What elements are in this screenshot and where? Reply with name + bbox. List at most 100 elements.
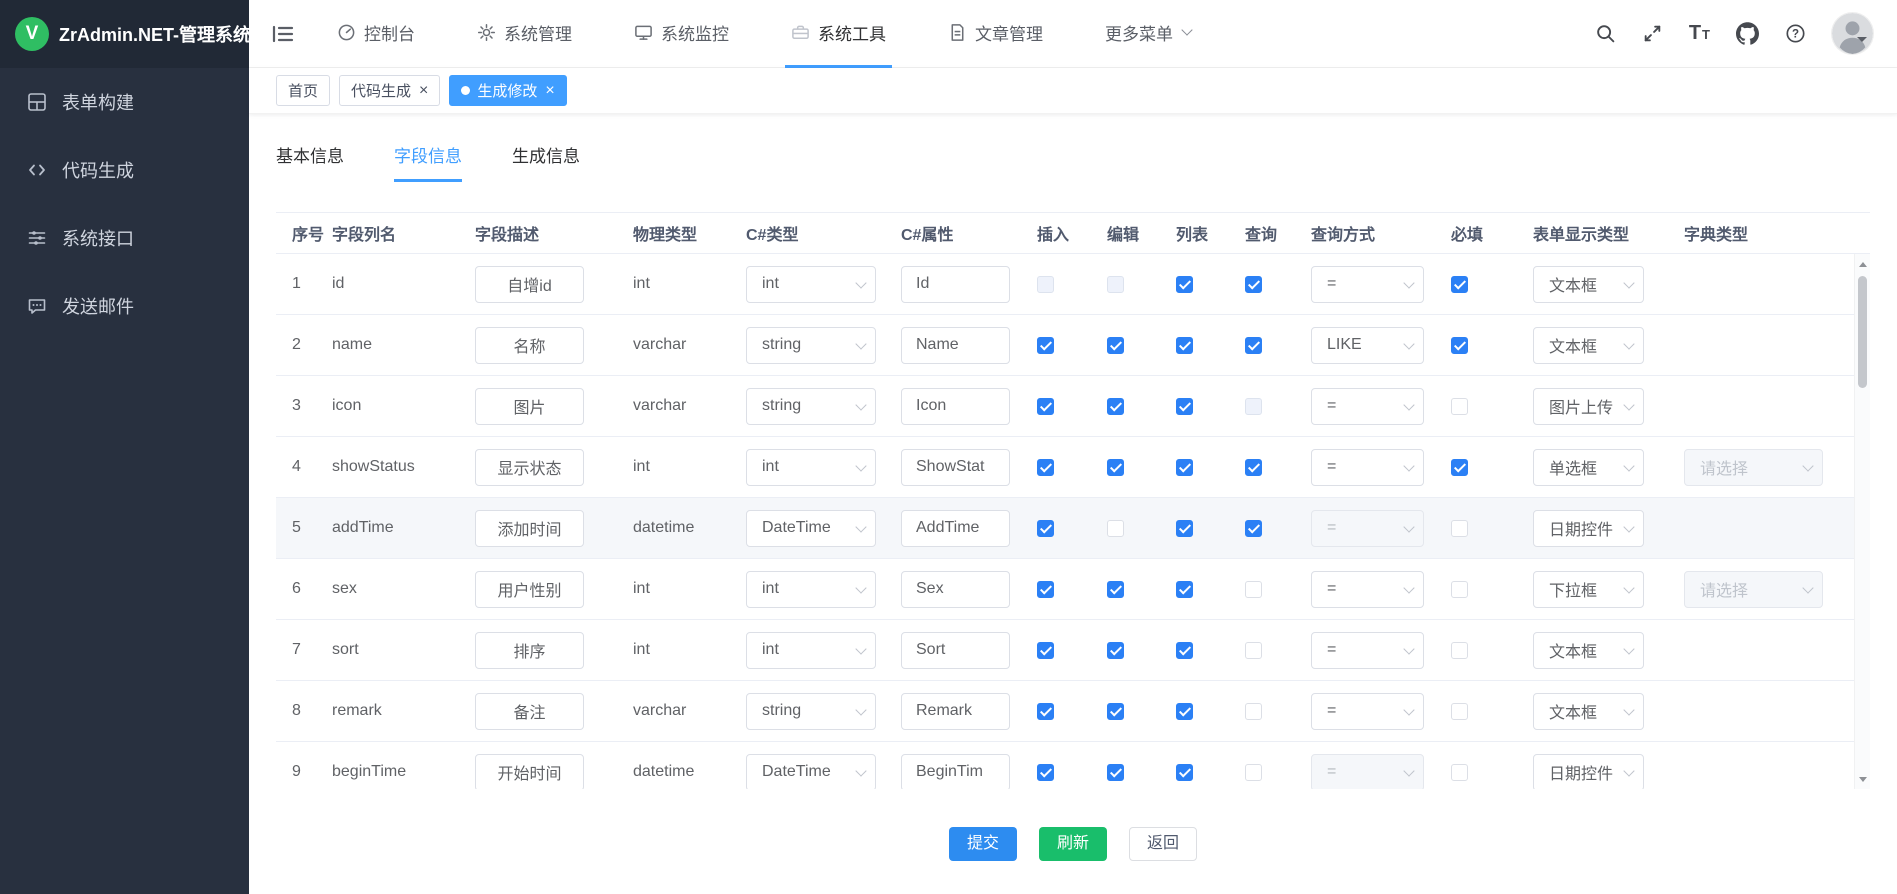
edit-checkbox[interactable] (1107, 581, 1124, 598)
query-checkbox[interactable] (1245, 459, 1262, 476)
nav-item-system-manage[interactable]: 系统管理 (471, 0, 578, 68)
dict-type-select[interactable]: 请选择 (1684, 449, 1823, 486)
query-type-select[interactable]: = (1311, 571, 1424, 608)
csharp-type-select[interactable]: string (746, 693, 876, 730)
scroll-up-icon[interactable] (1855, 256, 1870, 272)
edit-checkbox[interactable] (1107, 459, 1124, 476)
column-desc-input[interactable] (475, 693, 584, 730)
tag-gen-edit[interactable]: 生成修改× (449, 75, 566, 106)
required-checkbox[interactable] (1451, 703, 1468, 720)
insert-checkbox[interactable] (1037, 337, 1054, 354)
column-desc-input[interactable] (475, 388, 584, 425)
nav-item-system-tools[interactable]: 系统工具 (785, 0, 892, 68)
sidebar-item-code-gen[interactable]: 代码生成 (0, 136, 249, 204)
csharp-property-input[interactable] (901, 632, 1010, 669)
display-type-select[interactable]: 图片上传 (1533, 388, 1644, 425)
required-checkbox[interactable] (1451, 520, 1468, 537)
required-checkbox[interactable] (1451, 642, 1468, 659)
display-type-select[interactable]: 单选框 (1533, 449, 1644, 486)
refresh-button[interactable]: 刷新 (1039, 827, 1107, 861)
column-desc-input[interactable] (475, 327, 584, 364)
query-checkbox[interactable] (1245, 764, 1262, 781)
display-type-select[interactable]: 日期控件 (1533, 754, 1644, 790)
user-avatar[interactable] (1832, 13, 1873, 54)
display-type-select[interactable]: 文本框 (1533, 327, 1644, 364)
query-type-select[interactable]: = (1311, 632, 1424, 669)
csharp-type-select[interactable]: DateTime (746, 754, 876, 790)
query-type-select[interactable]: = (1311, 693, 1424, 730)
required-checkbox[interactable] (1451, 276, 1468, 293)
insert-checkbox[interactable] (1037, 642, 1054, 659)
tag-code-gen[interactable]: 代码生成× (339, 75, 440, 106)
tag-close-icon[interactable]: × (545, 83, 554, 99)
search-icon[interactable] (1595, 23, 1616, 44)
display-type-select[interactable]: 日期控件 (1533, 510, 1644, 547)
required-checkbox[interactable] (1451, 581, 1468, 598)
tab-basic-info[interactable]: 基本信息 (276, 142, 344, 182)
column-desc-input[interactable] (475, 754, 584, 790)
fullscreen-icon[interactable] (1642, 23, 1663, 44)
insert-checkbox[interactable] (1037, 459, 1054, 476)
list-checkbox[interactable] (1176, 764, 1193, 781)
edit-checkbox[interactable] (1107, 642, 1124, 659)
display-type-select[interactable]: 文本框 (1533, 693, 1644, 730)
edit-checkbox[interactable] (1107, 398, 1124, 415)
font-size-icon[interactable]: TT (1689, 23, 1710, 44)
table-scrollbar[interactable] (1854, 254, 1870, 789)
user-menu-caret-icon[interactable] (1857, 37, 1867, 47)
csharp-property-input[interactable] (901, 510, 1010, 547)
column-desc-input[interactable] (475, 449, 584, 486)
csharp-type-select[interactable]: string (746, 388, 876, 425)
display-type-select[interactable]: 文本框 (1533, 266, 1644, 303)
edit-checkbox[interactable] (1107, 337, 1124, 354)
query-checkbox[interactable] (1245, 276, 1262, 293)
nav-item-console[interactable]: 控制台 (331, 0, 421, 68)
tag-home[interactable]: 首页 (276, 75, 330, 106)
csharp-property-input[interactable] (901, 388, 1010, 425)
insert-checkbox[interactable] (1037, 398, 1054, 415)
list-checkbox[interactable] (1176, 398, 1193, 415)
list-checkbox[interactable] (1176, 703, 1193, 720)
required-checkbox[interactable] (1451, 337, 1468, 354)
list-checkbox[interactable] (1176, 642, 1193, 659)
csharp-type-select[interactable]: int (746, 571, 876, 608)
csharp-type-select[interactable]: string (746, 327, 876, 364)
back-button[interactable]: 返回 (1129, 827, 1197, 861)
edit-checkbox[interactable] (1107, 703, 1124, 720)
scroll-down-icon[interactable] (1855, 771, 1870, 787)
list-checkbox[interactable] (1176, 520, 1193, 537)
query-type-select[interactable]: LIKE (1311, 327, 1424, 364)
csharp-property-input[interactable] (901, 266, 1010, 303)
csharp-property-input[interactable] (901, 693, 1010, 730)
tab-field-info[interactable]: 字段信息 (394, 142, 462, 182)
scrollbar-thumb[interactable] (1858, 276, 1867, 388)
nav-item-system-monitor[interactable]: 系统监控 (628, 0, 735, 68)
tab-gen-info[interactable]: 生成信息 (512, 142, 580, 182)
csharp-type-select[interactable]: int (746, 266, 876, 303)
csharp-property-input[interactable] (901, 327, 1010, 364)
csharp-type-select[interactable]: DateTime (746, 510, 876, 547)
submit-button[interactable]: 提交 (949, 827, 1017, 861)
tag-close-icon[interactable]: × (419, 83, 428, 99)
column-desc-input[interactable] (475, 632, 584, 669)
nav-item-article-manage[interactable]: 文章管理 (942, 0, 1049, 68)
column-desc-input[interactable] (475, 571, 584, 608)
edit-checkbox[interactable] (1107, 764, 1124, 781)
csharp-property-input[interactable] (901, 754, 1010, 790)
query-type-select[interactable]: = (1311, 449, 1424, 486)
edit-checkbox[interactable] (1107, 520, 1124, 537)
column-desc-input[interactable] (475, 266, 584, 303)
query-checkbox[interactable] (1245, 642, 1262, 659)
required-checkbox[interactable] (1451, 764, 1468, 781)
csharp-property-input[interactable] (901, 449, 1010, 486)
list-checkbox[interactable] (1176, 581, 1193, 598)
nav-item-more-menu[interactable]: 更多菜单 (1099, 0, 1197, 68)
required-checkbox[interactable] (1451, 398, 1468, 415)
sidebar-item-form-build[interactable]: 表单构建 (0, 68, 249, 136)
query-checkbox[interactable] (1245, 703, 1262, 720)
list-checkbox[interactable] (1176, 337, 1193, 354)
sidebar-item-system-api[interactable]: 系统接口 (0, 204, 249, 272)
query-checkbox[interactable] (1245, 581, 1262, 598)
list-checkbox[interactable] (1176, 459, 1193, 476)
display-type-select[interactable]: 下拉框 (1533, 571, 1644, 608)
